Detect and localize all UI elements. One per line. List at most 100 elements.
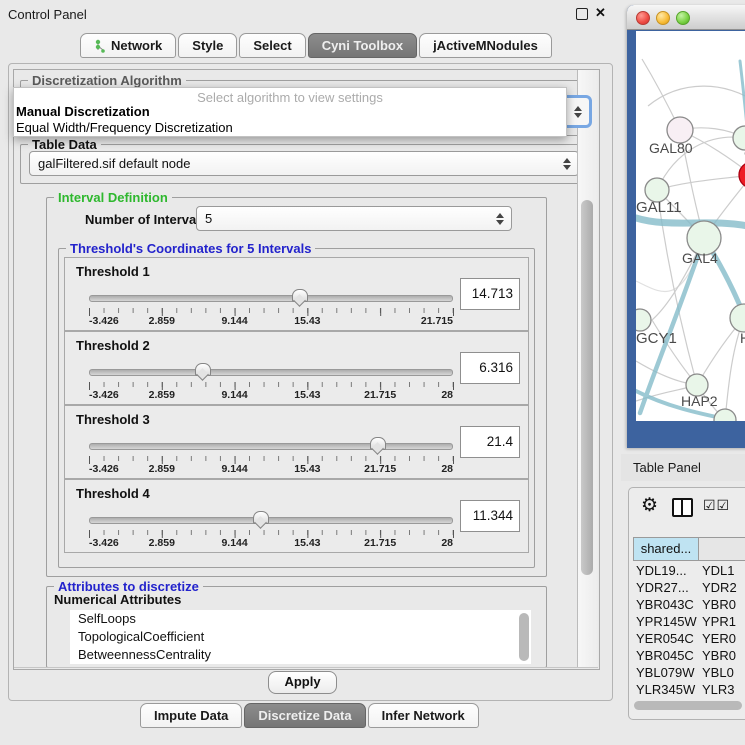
threshold-2-label: Threshold 2	[76, 338, 150, 353]
slider-handle[interactable]	[292, 289, 308, 302]
tick-labels: -3.426 2.859 9.144 15.43 21.715	[89, 315, 453, 328]
slider-handle[interactable]	[253, 511, 269, 524]
table-row[interactable]: YIL052CYIL0	[633, 698, 745, 699]
table-row[interactable]: YBR043CYBR0	[633, 596, 745, 613]
zoom-traffic-light-icon[interactable]	[676, 11, 690, 25]
num-intervals-value: 5	[205, 211, 212, 226]
list-item[interactable]: BetweennessCentrality	[70, 646, 531, 664]
column-header-shared-name[interactable]: shared...	[633, 537, 699, 561]
threshold-4-row: Threshold 4 -3.426 2.859 9.144 15.43 21.…	[64, 479, 529, 553]
table-row[interactable]: YDL19...YDL1	[633, 562, 745, 579]
list-item[interactable]: TopologicalCoefficient	[70, 628, 531, 646]
tab-discretize-data[interactable]: Discretize Data	[244, 703, 365, 728]
top-tab-bar: Network Style Select Cyni Toolbox jActiv…	[80, 33, 554, 58]
table-header-row: shared... n	[633, 537, 745, 561]
threshold-1-row: Threshold 1 -3.426 2.859 9.144 15.43 21.…	[64, 257, 529, 331]
node-right-mid[interactable]	[730, 304, 745, 332]
close-icon[interactable]: ✕	[595, 5, 606, 21]
network-canvas[interactable]: GAL80 G C GAL11 GAL4 GCY1 H HAP2	[636, 31, 745, 421]
tick-labels: -3.426 2.859 9.144 15.43 21.715 28	[89, 389, 453, 402]
table-row[interactable]: YDR27...YDR2	[633, 579, 745, 596]
threshold-4-slider[interactable]	[89, 510, 453, 530]
tab-select[interactable]: Select	[239, 33, 305, 58]
column-layout-icon[interactable]	[672, 498, 693, 517]
main-scrollbar-thumb[interactable]	[581, 200, 593, 575]
network-graph: GAL80 G C GAL11 GAL4 GCY1 H HAP2	[636, 31, 745, 421]
tab-network-label: Network	[111, 34, 162, 57]
node-gcy1[interactable]	[636, 309, 651, 331]
slider-track	[89, 517, 453, 524]
apply-button[interactable]: Apply	[268, 671, 337, 694]
threshold-3-row: Threshold 3 -3.426 2.859 9.144 15.43 21.…	[64, 405, 529, 479]
threshold-2-row: Threshold 2 -3.426 2.859 9.144 15.43 21.…	[64, 331, 529, 405]
discretization-algorithm-label: Discretization Algorithm	[28, 73, 186, 88]
tab-infer-network[interactable]: Infer Network	[368, 703, 479, 728]
node-label: GAL80	[649, 140, 693, 156]
threshold-coordinates-label: Threshold's Coordinates for 5 Intervals	[66, 241, 315, 256]
threshold-2-slider[interactable]	[89, 362, 453, 382]
close-traffic-light-icon[interactable]	[636, 11, 650, 25]
float-window-icon[interactable]	[576, 8, 588, 20]
threshold-4-label: Threshold 4	[76, 486, 150, 501]
slider-track	[89, 295, 453, 302]
list-item[interactable]: SelfLoops	[70, 610, 531, 628]
node-label: HAP2	[681, 393, 718, 409]
tick-labels: -3.426 2.859 9.144 15.43 21.715 28	[89, 537, 453, 550]
tab-impute-data[interactable]: Impute Data	[140, 703, 242, 728]
slider-handle[interactable]	[370, 437, 386, 450]
gear-icon[interactable]: ⚙	[641, 494, 658, 517]
table-body[interactable]: YDL19...YDL1 YDR27...YDR2 YBR043CYBR0 YP…	[633, 562, 745, 699]
node-label: GAL4	[682, 250, 718, 266]
dropdown-hint: Select algorithm to view settings	[14, 90, 566, 105]
panel-title: Control Panel	[8, 7, 87, 22]
attributes-scrollbar[interactable]	[519, 613, 529, 661]
threshold-3-value[interactable]: 21.4	[460, 426, 520, 458]
table-row[interactable]: YBR045CYBR0	[633, 647, 745, 664]
table-row[interactable]: YPR145WYPR1	[633, 613, 745, 630]
num-intervals-combo[interactable]: 5	[196, 206, 512, 231]
slider-track	[89, 443, 453, 450]
tick-labels: -3.426 2.859 9.144 15.43 21.715 28	[89, 463, 453, 476]
tab-style[interactable]: Style	[178, 33, 237, 58]
dropdown-option-manual[interactable]: Manual Discretization	[16, 104, 150, 119]
numerical-attributes-list[interactable]: SelfLoops TopologicalCoefficient Between…	[70, 610, 531, 664]
node-label: H	[740, 330, 745, 346]
slider-handle[interactable]	[195, 363, 211, 376]
table-data-value: galFiltered.sif default node	[38, 156, 190, 171]
threshold-1-slider[interactable]	[89, 288, 453, 308]
node-label: GAL11	[636, 199, 682, 216]
table-row[interactable]: YLR345WYLR3	[633, 681, 745, 698]
tab-jactivemnodules[interactable]: jActiveMNodules	[419, 33, 552, 58]
threshold-1-label: Threshold 1	[76, 264, 150, 279]
stepper-icon	[563, 158, 571, 170]
select-columns-icons[interactable]: ☑☑	[703, 497, 730, 514]
threshold-1-value[interactable]: 14.713	[460, 278, 520, 310]
threshold-2-value[interactable]: 6.316	[460, 352, 520, 384]
horizontal-scrollbar-thumb[interactable]	[634, 701, 742, 710]
algorithm-dropdown-popup: Select algorithm to view settings Manual…	[13, 87, 567, 137]
numerical-attributes-label: Numerical Attributes	[54, 592, 181, 607]
num-intervals-label: Number of Intervals	[85, 212, 207, 227]
stepper-icon	[496, 213, 504, 225]
minimize-traffic-light-icon[interactable]	[656, 11, 670, 25]
table-data-label: Table Data	[28, 137, 101, 152]
tab-network[interactable]: Network	[80, 33, 176, 58]
divider	[14, 667, 598, 668]
stepper-icon	[574, 106, 582, 118]
dropdown-option-equal-width[interactable]: Equal Width/Frequency Discretization	[16, 120, 233, 135]
threshold-3-slider[interactable]	[89, 436, 453, 456]
table-row[interactable]: YER054CYER0	[633, 630, 745, 647]
network-window-titlebar	[627, 5, 745, 30]
threshold-4-value[interactable]: 11.344	[460, 500, 520, 532]
table-panel-title: Table Panel	[633, 460, 701, 475]
table-row[interactable]: YBL079WYBL0	[633, 664, 745, 681]
network-view-window[interactable]: GAL80 G C GAL11 GAL4 GCY1 H HAP2	[627, 5, 745, 448]
tab-cyni-toolbox[interactable]: Cyni Toolbox	[308, 33, 417, 58]
bottom-tab-bar: Impute Data Discretize Data Infer Networ…	[140, 703, 481, 728]
table-data-combo[interactable]: galFiltered.sif default node	[29, 151, 579, 176]
column-header-name[interactable]: n	[699, 537, 745, 561]
control-panel-titlebar: Control Panel ✕	[0, 0, 620, 28]
threshold-3-label: Threshold 3	[76, 412, 150, 427]
node-label: GCY1	[636, 330, 677, 347]
node-bottom[interactable]	[714, 409, 736, 421]
